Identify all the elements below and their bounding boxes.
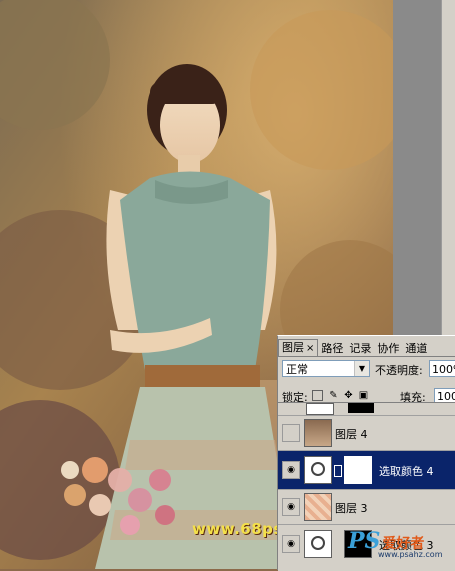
layer-thumbnail [304,493,332,521]
brand-logo: PS 爱好者 www.psahz.com [348,528,442,559]
layer-name: 选取颜色 4 [379,465,434,478]
move-icon[interactable]: ✥ [343,390,354,401]
layer-name: 图层 4 [335,428,368,441]
layer-thumbnail [306,403,334,415]
chevron-down-icon[interactable]: ▼ [354,361,369,376]
tab-label: 路径 [321,342,344,355]
lock-icon[interactable]: ▣ [358,390,369,401]
layer-row[interactable]: ◉ 图层 3 [278,490,455,525]
visibility-toggle[interactable] [282,424,300,442]
layer-row[interactable]: 图层 4 [278,416,455,451]
tab-collab[interactable]: 协作 [374,341,402,356]
layer-mask-thumbnail [348,403,374,413]
tab-label: 通道 [405,342,428,355]
tab-paths[interactable]: 路径 [318,341,346,356]
workspace-area [393,0,455,335]
blend-mode-value: 正常 [286,363,308,376]
brush-icon[interactable]: ✎ [328,390,339,401]
layer-thumbnail [304,419,332,447]
brand-url: www.psahz.com [378,550,443,559]
tab-label: 记录 [349,342,372,355]
layer-row-partial[interactable] [278,403,455,416]
tab-label: 图层 [282,341,304,354]
layer-mask-thumbnail [344,456,372,484]
opacity-field[interactable]: 100% [429,360,455,377]
opacity-label: 不透明度: [375,364,423,377]
layer-name: 图层 3 [335,502,368,515]
eye-icon[interactable]: ◉ [282,461,300,479]
tab-label: 协作 [377,342,400,355]
adjustment-icon [304,456,332,484]
tab-layers[interactable]: 图层 × [278,339,319,356]
tab-history[interactable]: 记录 [346,341,374,356]
layer-row-selected[interactable]: ◉ 选取颜色 4 [278,451,455,490]
vertical-scrollbar[interactable] [441,0,455,335]
lock-transparent-icon[interactable] [312,390,323,401]
brand-ps-text: PS [348,528,381,554]
panel-tabs: 图层 × 路径 记录 协作 通道 [278,338,455,357]
eye-icon[interactable]: ◉ [282,535,300,553]
adjustment-icon [304,530,332,558]
link-icon[interactable] [334,465,342,477]
eye-icon[interactable]: ◉ [282,498,300,516]
tab-channels[interactable]: 通道 [402,341,430,356]
blend-mode-select[interactable]: 正常 ▼ [282,360,370,377]
close-icon[interactable]: × [306,343,314,354]
